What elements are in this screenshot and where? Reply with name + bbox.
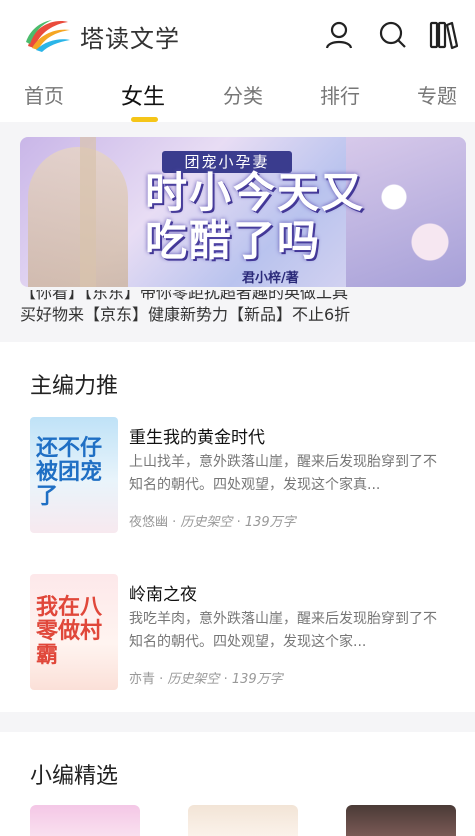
tab-female[interactable]: 女生 (121, 79, 165, 111)
book-meta: 亦青 · 历史架空 · 139万字 (129, 668, 283, 687)
cover-text: 我在八零做村霸 (36, 595, 103, 668)
tab-home[interactable]: 首页 (24, 80, 64, 109)
banner-decoration (28, 147, 128, 287)
meta-separator: · (223, 672, 232, 687)
book-title[interactable]: 岭南之夜 (129, 580, 197, 605)
tab-topics[interactable]: 专题 (417, 80, 457, 109)
book-cover[interactable] (30, 805, 140, 836)
ticker-line[interactable]: 【你看】【东东】带你零距扰超者趣的英做工具 (20, 290, 460, 304)
user-icon[interactable] (324, 20, 354, 50)
featured-section: 主编力推 还不仔被团宠了 重生我的黄金时代 上山找羊，意外跌落山崖，醒来后发现胎… (0, 342, 475, 712)
book-word-count: 139万字 (231, 672, 283, 687)
book-category: 历史架空 (180, 515, 233, 530)
bookshelf-icon[interactable] (428, 20, 459, 50)
news-ticker[interactable]: 【你看】【东东】带你零距扰超者趣的英做工具 买好物来【京东】健康新势力【新品】不… (20, 290, 460, 330)
book-title[interactable]: 重生我的黄金时代 (129, 423, 265, 448)
brand-name[interactable]: 塔读文学 (80, 19, 180, 54)
book-cover[interactable] (346, 805, 456, 836)
book-author: 夜悠幽 (129, 515, 169, 530)
book-meta: 夜悠幽 · 历史架空 · 139万字 (129, 511, 296, 530)
book-description: 我吃羊肉，意外跌落山崖，醒来后发现胎穿到了不知名的朝代。四处观望，发现这个家..… (129, 611, 437, 650)
ticker-line[interactable]: 买好物来【京东】健康新势力【新品】不止6折 (20, 304, 460, 326)
banner-decoration (80, 137, 96, 287)
top-bar: 塔读文学 (0, 0, 475, 70)
book-cover[interactable]: 还不仔被团宠了 (30, 417, 118, 533)
meta-separator: · (236, 515, 245, 530)
tab-category[interactable]: 分类 (223, 80, 263, 109)
banner-area: 团宠小孕妻 时小今天又吃醋了吗 君小梓/著 【你看】【东东】带你零距扰超者趣的英… (0, 122, 475, 342)
banner-carousel[interactable]: 团宠小孕妻 时小今天又吃醋了吗 君小梓/著 (20, 137, 466, 287)
category-tabs: 首页 女生 分类 排行 专题 (0, 70, 475, 122)
book-item[interactable]: 还不仔被团宠了 重生我的黄金时代 上山找羊，意外跌落山崖，醒来后发现胎穿到了不知… (30, 417, 450, 537)
book-author: 亦青 (129, 672, 156, 687)
banner-author: 君小梓/著 (242, 271, 299, 286)
book-description: 上山找羊，意外跌落山崖，醒来后发现胎穿到了不知名的朝代。四处观望，发现这个家真.… (129, 454, 437, 493)
book-word-count: 139万字 (244, 515, 296, 530)
book-cover[interactable] (188, 805, 298, 836)
banner-title: 时小今天又吃醋了吗 (145, 168, 366, 265)
book-cover[interactable]: 我在八零做村霸 (30, 574, 118, 690)
tadu-logo-icon[interactable] (24, 16, 72, 52)
book-category: 历史架空 (167, 672, 220, 687)
book-item[interactable]: 我在八零做村霸 岭南之夜 我吃羊肉，意外跌落山崖，醒来后发现胎穿到了不知名的朝代… (30, 574, 450, 694)
section-title: 小编精选 (30, 764, 119, 789)
search-icon[interactable] (378, 20, 408, 50)
cover-text: 还不仔被团宠了 (36, 436, 103, 509)
tab-ranking[interactable]: 排行 (320, 80, 360, 109)
section-title: 主编力推 (30, 374, 119, 399)
